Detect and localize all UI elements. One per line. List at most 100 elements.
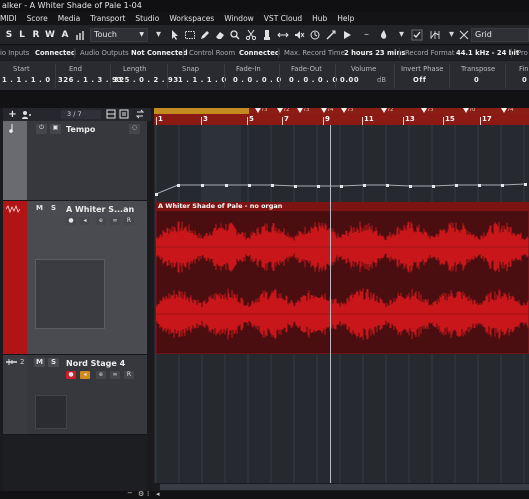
eraser-tool-icon[interactable] [213,29,226,41]
read-button[interactable]: R [31,28,41,42]
track-name[interactable]: Tempo [66,125,95,134]
window-title: alker - A Whiter Shade of Pale 1-04 [0,0,529,12]
tempo-lock-icon[interactable]: ▣ [50,124,61,134]
snap-type-select[interactable]: Grid [471,28,529,42]
time-warp-tool-icon[interactable] [308,29,321,41]
add-track-button[interactable]: + [7,109,18,120]
info-separator [55,64,56,88]
play-tool-icon[interactable] [340,29,353,41]
keyboard-icon [6,358,17,367]
tempo-settings-icon[interactable]: ◌ [129,124,140,134]
mute-button[interactable]: M [34,358,45,367]
read-button[interactable]: R [124,217,134,225]
automation-mode-select[interactable]: Touch ▼ [90,28,148,42]
menu-media[interactable]: Media [53,14,86,23]
snap-mode-icon [428,29,441,41]
project-event-display[interactable]: 73747372737273747372737074 1357911131517… [154,108,529,491]
audio-track[interactable]: M S A Whiter S...an ● ◂ e ∞ R [3,201,147,355]
snap-toggle-icon[interactable] [410,29,423,41]
length-value[interactable]: 325 . 0 . 2 . 93 [114,76,179,84]
project-cursor[interactable] [330,125,331,491]
mute-button[interactable]: M [34,204,45,213]
menu-score[interactable]: Score [22,14,53,23]
start-value[interactable]: 1 . 1 . 1 . 0 [2,76,51,84]
instrument-track[interactable]: 2 M S Nord Stage 4 ● ◂ e ∞ R [3,355,147,435]
tempo-track[interactable]: ⏻ ▣ Tempo ◌ [3,121,147,201]
minus-zoom-icon[interactable]: − [127,489,133,497]
menu-vst-cloud[interactable]: VST Cloud [259,14,307,23]
draw-line-tool-icon[interactable] [324,29,337,41]
tempo-activate-icon[interactable]: ⏻ [36,124,47,134]
track-name[interactable]: Nord Stage 4 [66,359,125,368]
control-room-label: Control Room [189,49,236,57]
color-tool-icon[interactable] [377,29,390,41]
audio-inputs-label: io Inputs [0,49,30,57]
scroll-left-icon[interactable]: ◂ [156,490,160,498]
pencil-tool-icon[interactable] [198,29,211,41]
snap-value[interactable]: 1 . 1 . 1 . 0 [178,76,227,84]
sync-selection-icon[interactable] [134,109,145,120]
monitor-icon[interactable]: ◂ [80,371,90,379]
solo-button[interactable]: S [48,204,59,213]
fade-out-value[interactable]: 0 . 0 . 0 . 0 [289,76,338,84]
record-format-label: Record Format [405,49,455,57]
select-tool-icon[interactable] [168,29,181,41]
horizontal-scrollbar-thumb[interactable] [160,484,529,490]
panel-divider [0,91,529,108]
menu-hub[interactable]: Hub [307,14,332,23]
track-number: 2 [20,358,25,366]
end-value[interactable]: 326 . 1 . 3 . 93 [58,76,123,84]
info-separator [394,64,395,88]
zoom-tool-icon[interactable] [228,29,241,41]
fade-in-value[interactable]: 0 . 0 . 0 . 0 [233,76,282,84]
monitor-icon[interactable]: ◂ [80,217,90,225]
end-label: End [69,65,82,73]
link-icon[interactable]: ∞ [110,217,120,225]
menu-help[interactable]: Help [332,14,359,23]
menu-transport[interactable]: Transport [85,14,130,23]
transpose-value[interactable]: 0 [474,76,479,84]
menu-window[interactable]: Window [219,14,259,23]
menu-midi[interactable]: MIDI [0,14,22,23]
record-enable-icon[interactable]: ● [66,371,76,379]
mute-tool-icon[interactable] [292,29,305,41]
record-enable-icon[interactable]: ● [66,217,76,225]
color-dropdown-icon[interactable]: ▾ [395,29,408,41]
volume-value[interactable]: 0.00 [340,76,359,84]
audio-event-name[interactable]: A Whiter Shade of Pale - no organ [156,202,529,211]
divider-handle-icon[interactable]: ⁞ [147,490,149,498]
invert-phase-label: Invert Phase [401,65,444,73]
menu-studio[interactable]: Studio [130,14,164,23]
track-picture-placeholder[interactable] [35,259,105,329]
range-tool-icon[interactable] [183,29,196,41]
invert-phase-value[interactable]: Off [413,76,427,84]
solo-state-button[interactable]: S [4,28,14,42]
write-button[interactable]: W [44,28,56,42]
track-list-toolbar: + 3 / 7 [3,108,151,121]
dropdown-chevron-icon[interactable]: ▾ [152,29,165,41]
add-track-options-icon[interactable] [21,109,32,120]
scissors-tool-icon[interactable] [244,29,257,41]
read-automation-icon[interactable]: e [96,371,106,379]
length-label: Length [123,65,147,73]
automation-button[interactable]: A [60,28,70,42]
track-list-menu-icon[interactable] [118,109,129,120]
track-list-scrollbar[interactable] [147,121,151,491]
track-name[interactable]: A Whiter S...an [66,205,134,214]
gear-icon[interactable]: ⚙ [138,490,144,498]
glue-tool-icon[interactable] [260,29,273,41]
link-icon[interactable]: ∞ [110,371,120,379]
read-automation-icon[interactable]: e [96,217,106,225]
read-all-button[interactable]: L [17,28,27,42]
fine-tune-value[interactable]: 0 [522,76,527,84]
menu-workspaces[interactable]: Workspaces [164,14,219,23]
range-select-tool-icon[interactable] [276,29,289,41]
instrument-picture-placeholder[interactable] [35,395,67,429]
track-visibility-icon[interactable] [105,109,116,120]
read-button[interactable]: R [124,371,134,379]
solo-button[interactable]: S [48,358,59,367]
horizontal-scrollbar[interactable] [154,483,529,491]
audio-waveform [156,221,529,340]
tempo-icon [7,123,17,133]
info-separator [335,64,336,88]
